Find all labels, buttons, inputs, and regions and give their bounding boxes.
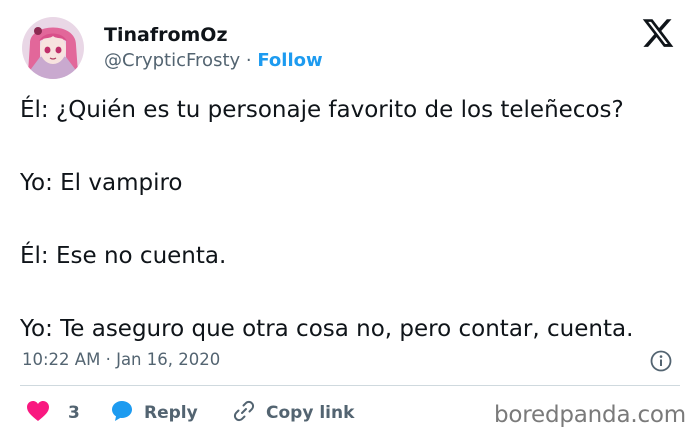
tweet-text: Él: ¿Quién es tu personaje favorito de l… [20,96,682,344]
tweet-time: 10:22 AM [22,350,101,369]
copy-link-button[interactable]: Copy link [232,398,354,428]
follow-button[interactable]: Follow [257,50,322,71]
info-icon[interactable] [650,350,672,372]
avatar[interactable] [22,17,84,79]
link-icon [232,399,256,428]
like-count: 3 [68,403,80,423]
heart-icon [26,400,50,427]
tweet-timestamp[interactable]: 10:22 AM · Jan 16, 2020 [22,350,220,369]
copy-link-label: Copy link [266,403,355,423]
user-handle[interactable]: @CrypticFrosty [104,50,240,71]
x-logo-icon[interactable] [640,16,680,52]
reply-button[interactable]: Reply [110,398,198,428]
tweet-line: Él: Ese no cuenta. [20,243,227,269]
handle-line: @CrypticFrosty · Follow [104,50,323,71]
tweet-date: Jan 16, 2020 [116,350,221,369]
reply-label: Reply [144,403,198,423]
divider [20,385,680,386]
speech-bubble-icon [110,399,134,428]
watermark: boredpanda.com [494,402,686,428]
display-name[interactable]: TinafromOz [104,24,228,46]
meta-separator: · [105,350,111,369]
tweet-line: Él: ¿Quién es tu personaje favorito de l… [20,97,624,123]
tweet-header: TinafromOz @CrypticFrosty · Follow [20,16,680,82]
tweet-line: Yo: Te aseguro que otra cosa no, pero co… [20,316,634,342]
like-button[interactable]: 3 [26,398,80,428]
handle-separator: · [245,50,252,71]
tweet-line: Yo: El vampiro [20,170,183,196]
